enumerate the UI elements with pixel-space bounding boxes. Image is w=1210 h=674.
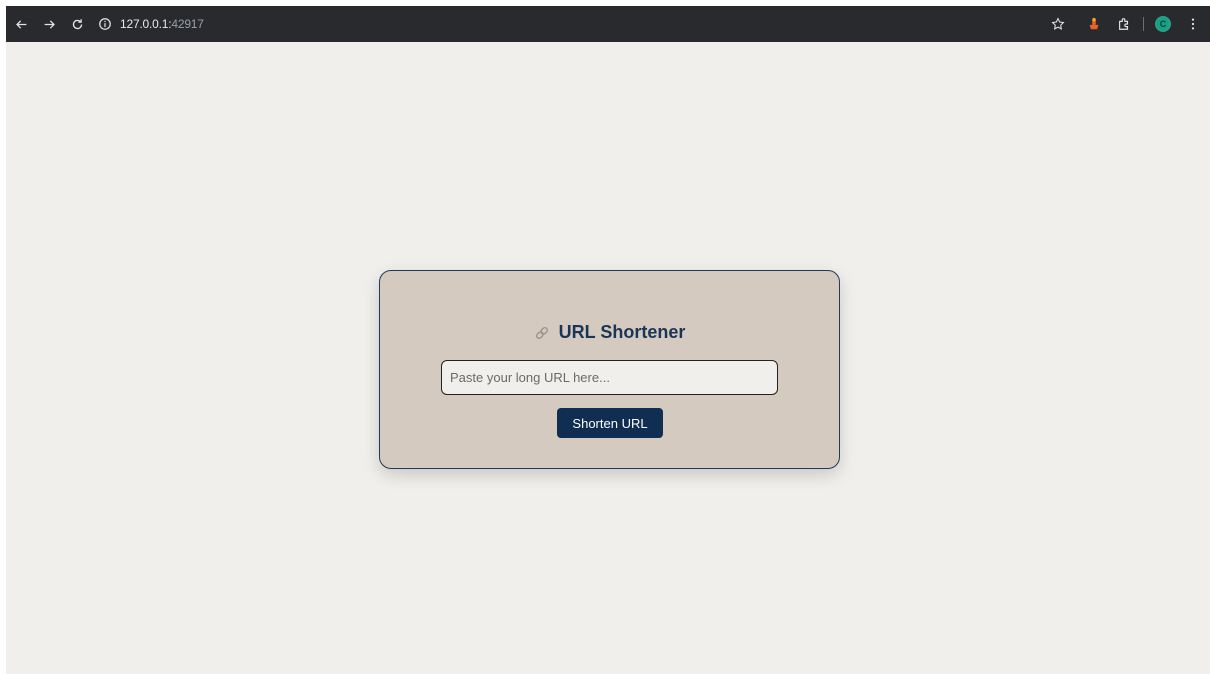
- extensions-button[interactable]: [1113, 13, 1135, 35]
- back-button[interactable]: [10, 13, 32, 35]
- address-bar[interactable]: 127.0.0.1: 42917: [98, 11, 204, 37]
- link-icon: [534, 325, 550, 341]
- info-icon[interactable]: [98, 17, 112, 31]
- browser-menu-button[interactable]: [1182, 13, 1204, 35]
- url-host: 127.0.0.1:: [120, 17, 172, 31]
- reload-icon: [72, 18, 82, 29]
- extension-app-icon: [1089, 17, 1099, 30]
- forward-button[interactable]: [38, 13, 60, 35]
- star-icon: [1051, 17, 1065, 30]
- toolbar-divider: [1143, 17, 1144, 31]
- forward-arrow-icon: [44, 19, 55, 29]
- shorten-url-button[interactable]: Shorten URL: [557, 408, 663, 438]
- toolbar-actions: C: [1039, 13, 1204, 35]
- menu-kebab-icon: [1191, 18, 1195, 30]
- reload-button[interactable]: [66, 13, 88, 35]
- browser-toolbar: 127.0.0.1: 42917 C: [6, 6, 1210, 42]
- avatar: C: [1155, 16, 1171, 32]
- page-viewport: URL Shortener Shorten URL: [6, 42, 1210, 674]
- long-url-input[interactable]: [441, 360, 778, 395]
- bookmark-button[interactable]: [1047, 13, 1069, 35]
- title-text: URL Shortener: [558, 322, 686, 342]
- profile-button[interactable]: C: [1152, 13, 1174, 35]
- extension-app-button[interactable]: [1083, 13, 1105, 35]
- page-title: URL Shortener: [380, 322, 839, 343]
- puzzle-icon: [1119, 18, 1129, 30]
- url-shortener-card: URL Shortener Shorten URL: [379, 270, 840, 469]
- back-arrow-icon: [15, 19, 26, 29]
- url-port: 42917: [171, 17, 204, 31]
